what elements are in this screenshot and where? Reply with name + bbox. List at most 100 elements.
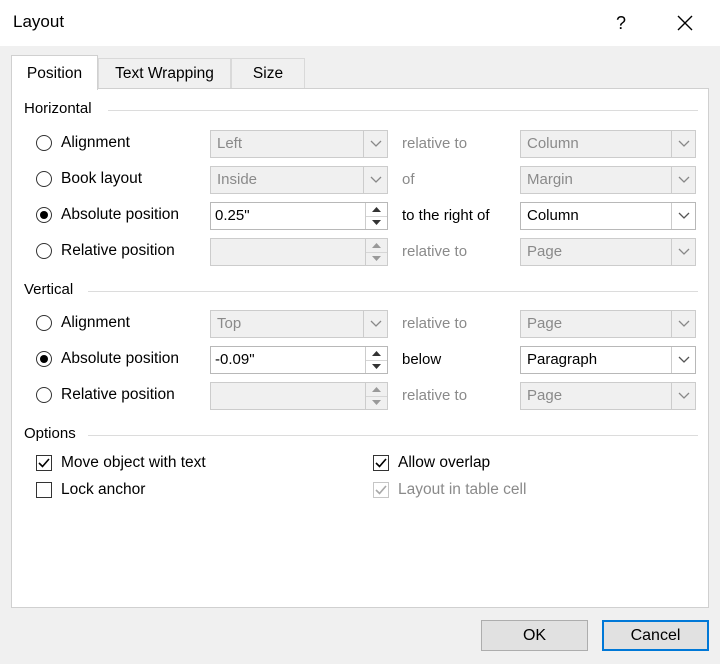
horizontal-alignment-relation: relative to (402, 135, 468, 152)
horizontal-book-layout-value: Inside (217, 171, 258, 188)
tab-text-wrapping[interactable]: Text Wrapping (98, 58, 231, 88)
vertical-relative-spin-up-button[interactable] (366, 383, 387, 397)
move-with-text-checkbox[interactable] (36, 455, 52, 471)
chevron-down-icon (370, 320, 382, 327)
vertical-absolute-position-radio[interactable] (36, 351, 52, 367)
move-with-text-label: Move object with text (61, 454, 206, 471)
horizontal-book-layout-target-value: Margin (527, 171, 573, 188)
horizontal-relative-position-target-select[interactable]: Page (520, 238, 696, 266)
ok-button[interactable]: OK (481, 620, 588, 651)
chevron-down-icon (678, 140, 690, 147)
horizontal-absolute-position-value: 0.25" (215, 207, 250, 224)
chevron-down-icon (370, 176, 382, 183)
layout-in-table-cell-checkbox[interactable] (373, 482, 389, 498)
vertical-relative-spin-down-button[interactable] (366, 396, 387, 409)
close-button[interactable] (670, 8, 700, 38)
tab-size[interactable]: Size (231, 58, 305, 88)
vertical-absolute-position-label: Absolute position (61, 350, 180, 367)
horizontal-alignment-select[interactable]: Left (210, 130, 388, 158)
allow-overlap-label: Allow overlap (398, 454, 491, 471)
chevron-down-icon (370, 140, 382, 147)
vertical-relative-position-relation: relative to (402, 387, 468, 404)
vertical-alignment-relation: relative to (402, 315, 468, 332)
lock-anchor-checkbox[interactable] (36, 482, 52, 498)
options-group-title: Options (24, 425, 76, 442)
horizontal-absolute-position-spinner[interactable]: 0.25" (210, 202, 388, 230)
tab-position[interactable]: Position (11, 55, 98, 90)
horizontal-book-layout-label: Book layout (61, 170, 142, 187)
horizontal-absolute-position-relation: to the right of (402, 207, 490, 224)
horizontal-relative-position-radio[interactable] (36, 243, 52, 259)
vertical-alignment-value: Top (217, 315, 242, 332)
horizontal-alignment-value: Left (217, 135, 243, 152)
horizontal-relative-position-label: Relative position (61, 242, 175, 259)
vertical-alignment-target-value: Page (527, 315, 563, 332)
horizontal-relative-spin-up-button[interactable] (366, 239, 387, 253)
vertical-alignment-select[interactable]: Top (210, 310, 388, 338)
vertical-relative-position-target-value: Page (527, 387, 563, 404)
horizontal-absolute-position-target-value: Column (527, 207, 579, 224)
vertical-absolute-position-target-select[interactable]: Paragraph (520, 346, 696, 374)
vertical-alignment-radio[interactable] (36, 315, 52, 331)
horizontal-relative-position-relation: relative to (402, 243, 468, 260)
vertical-alignment-label: Alignment (61, 314, 130, 331)
horizontal-absolute-position-label: Absolute position (61, 206, 180, 223)
horizontal-alignment-target-value: Column (527, 135, 579, 152)
vertical-absolute-position-target-value: Paragraph (527, 351, 598, 368)
chevron-down-icon (678, 320, 690, 327)
checkmark-icon (375, 458, 387, 468)
horizontal-alignment-radio[interactable] (36, 135, 52, 151)
vertical-absolute-position-relation: below (402, 351, 442, 368)
vertical-relative-position-radio[interactable] (36, 387, 52, 403)
horizontal-alignment-target-select[interactable]: Column (520, 130, 696, 158)
chevron-down-icon (678, 356, 690, 363)
checkmark-icon (375, 485, 387, 495)
horizontal-relative-spin-down-button[interactable] (366, 252, 387, 265)
horizontal-alignment-label: Alignment (61, 134, 130, 151)
vertical-spin-up-button[interactable] (366, 347, 387, 361)
layout-in-table-cell-label: Layout in table cell (398, 481, 527, 498)
caret-down-icon (372, 364, 381, 369)
help-button[interactable]: ? (606, 8, 636, 38)
chevron-down-icon (678, 212, 690, 219)
caret-up-icon (372, 387, 381, 392)
vertical-group-title: Vertical (24, 281, 74, 298)
caret-up-icon (372, 243, 381, 248)
close-icon (677, 15, 693, 31)
caret-down-icon (372, 400, 381, 405)
horizontal-absolute-position-target-select[interactable]: Column (520, 202, 696, 230)
caret-down-icon (372, 220, 381, 225)
vertical-absolute-position-value: -0.09" (215, 351, 255, 368)
horizontal-spin-up-button[interactable] (366, 203, 387, 217)
vertical-alignment-target-select[interactable]: Page (520, 310, 696, 338)
vertical-absolute-position-spinner[interactable]: -0.09" (210, 346, 388, 374)
chevron-down-icon (678, 176, 690, 183)
horizontal-group-title: Horizontal (24, 100, 92, 117)
title-bar: Layout ? (0, 0, 720, 46)
vertical-relative-position-label: Relative position (61, 386, 175, 403)
horizontal-relative-position-spinner[interactable] (210, 238, 388, 266)
vertical-separator (88, 291, 698, 292)
caret-down-icon (372, 256, 381, 261)
checkmark-icon (38, 458, 50, 468)
chevron-down-icon (678, 392, 690, 399)
vertical-relative-position-target-select[interactable]: Page (520, 382, 696, 410)
horizontal-book-layout-target-select[interactable]: Margin (520, 166, 696, 194)
horizontal-book-layout-radio[interactable] (36, 171, 52, 187)
lock-anchor-label: Lock anchor (61, 481, 146, 498)
vertical-relative-position-spinner[interactable] (210, 382, 388, 410)
cancel-button[interactable]: Cancel (602, 620, 709, 651)
options-separator (88, 435, 698, 436)
dialog-title: Layout (13, 12, 65, 31)
caret-up-icon (372, 351, 381, 356)
horizontal-absolute-position-radio[interactable] (36, 207, 52, 223)
horizontal-spin-down-button[interactable] (366, 216, 387, 229)
horizontal-relative-position-target-value: Page (527, 243, 563, 260)
horizontal-separator (108, 110, 698, 111)
allow-overlap-checkbox[interactable] (373, 455, 389, 471)
horizontal-book-layout-relation: of (402, 171, 415, 188)
horizontal-book-layout-select[interactable]: Inside (210, 166, 388, 194)
vertical-spin-down-button[interactable] (366, 360, 387, 373)
caret-up-icon (372, 207, 381, 212)
chevron-down-icon (678, 248, 690, 255)
